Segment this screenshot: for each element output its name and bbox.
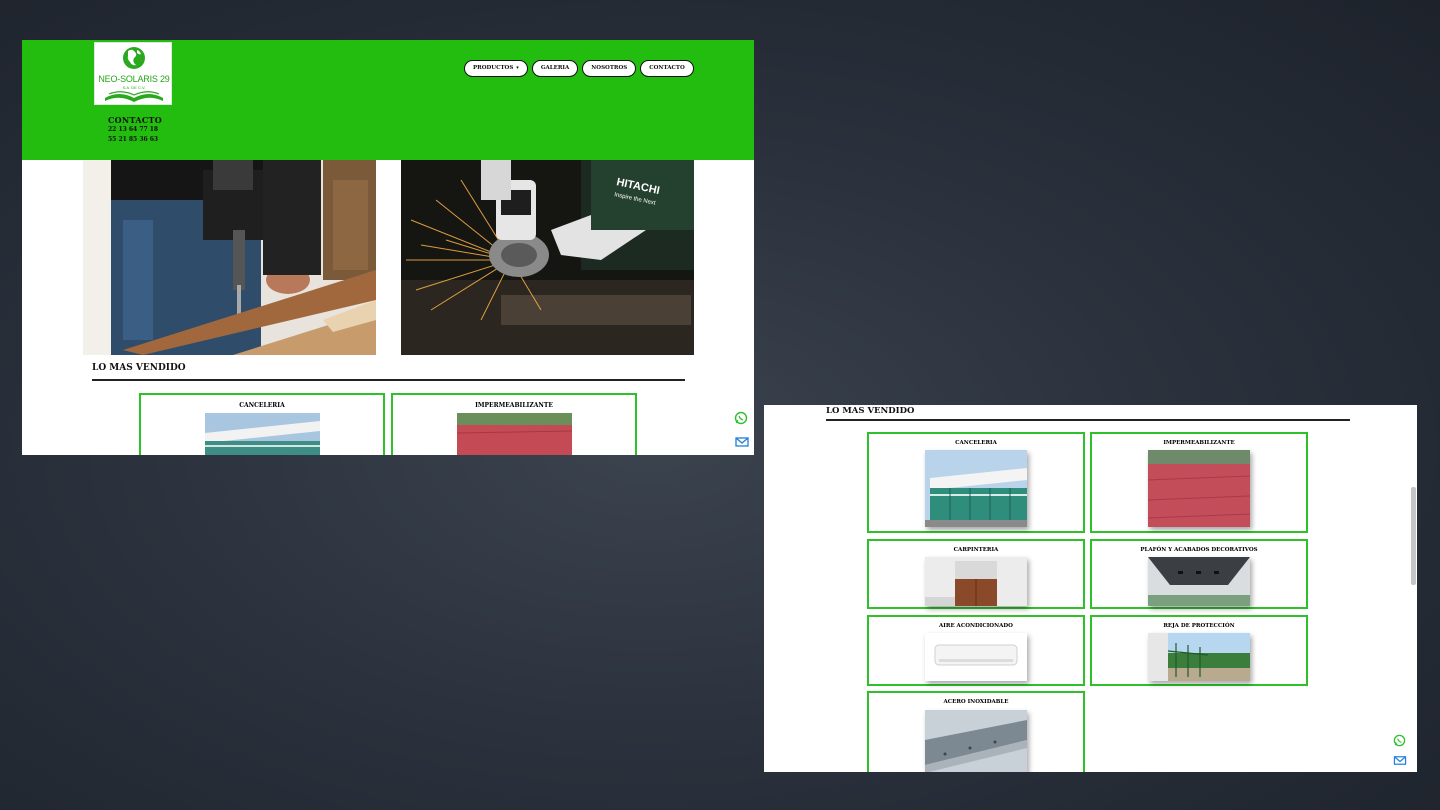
header-contact: CONTACTO 22 13 64 77 18 55 21 85 36 63	[108, 115, 162, 145]
product-card-acero-inoxidable[interactable]: ACERO INOXIDABLE	[867, 691, 1085, 772]
contact-phone[interactable]: 22 13 64 77 18	[108, 125, 162, 135]
product-card-impermeabilizante[interactable]: IMPERMEABILIZANTE	[391, 393, 637, 455]
product-card-carpinteria[interactable]: CARPINTERIA	[867, 539, 1085, 609]
nav-nosotros[interactable]: NOSOTROS	[582, 60, 637, 77]
angle-grinder-sparks-photo: HITACHI Inspire the Next	[401, 160, 694, 355]
product-card-title: PLAFÓN Y ACABADOS DECORATIVOS	[1140, 547, 1258, 553]
product-card-canceleria[interactable]: CANCELERIA	[867, 432, 1085, 533]
product-card-title: IMPERMEABILIZANTE	[1163, 440, 1235, 446]
logo-name: NEO-SOLARIS 29	[98, 74, 170, 84]
divider	[92, 379, 685, 381]
desktop-screenshot-top: NEO-SOLARIS 29 S.A. DE C.V. CONTACTO 22 …	[22, 40, 754, 455]
red-roof-photo	[457, 413, 572, 455]
nav-label: NOSOTROS	[591, 65, 628, 71]
envelope-icon[interactable]	[735, 435, 749, 449]
product-card-title: CANCELERIA	[239, 402, 285, 409]
nav-label: PRODUCTOS	[473, 65, 514, 71]
glass-building-photo	[925, 450, 1027, 527]
product-card-title: ACERO INOXIDABLE	[943, 699, 1009, 705]
logo-subtitle: S.A. DE C.V.	[122, 85, 146, 90]
chevron-down-icon: ▾	[516, 65, 519, 71]
product-card-title: IMPERMEABILIZANTE	[475, 402, 553, 409]
best-sellers-heading: LO MAS VENDIDO	[826, 406, 915, 416]
red-roof-photo	[1148, 450, 1250, 527]
nav-label: GALERIA	[540, 65, 570, 71]
product-card-impermeabilizante[interactable]: IMPERMEABILIZANTE	[1090, 432, 1308, 533]
product-card-aire-acondicionado[interactable]: AIRE ACONDICIONADO	[867, 615, 1085, 686]
product-card-title: AIRE ACONDICIONADO	[939, 623, 1013, 629]
envelope-icon[interactable]	[1393, 754, 1407, 767]
whatsapp-icon[interactable]	[1393, 734, 1406, 747]
nav-productos-dropdown[interactable]: PRODUCTOS ▾	[464, 60, 528, 77]
wood-cabinet-photo	[925, 557, 1027, 606]
product-card-title: REJA DE PROTECCIÓN	[1163, 623, 1235, 629]
nav-contacto[interactable]: CONTACTO	[640, 60, 694, 77]
product-card-title: CANCELERIA	[955, 440, 997, 446]
main-nav: PRODUCTOS ▾ GALERIA NOSOTROS CONTACTO	[464, 60, 694, 77]
whatsapp-icon[interactable]	[734, 411, 748, 425]
green-fence-photo	[1148, 633, 1250, 681]
product-card-plafon[interactable]: PLAFÓN Y ACABADOS DECORATIVOS	[1090, 539, 1308, 609]
product-card-reja[interactable]: REJA DE PROTECCIÓN	[1090, 615, 1308, 686]
site-logo[interactable]: NEO-SOLARIS 29 S.A. DE C.V.	[94, 42, 172, 105]
drilling-wood-photo	[83, 160, 376, 355]
glass-building-photo	[205, 413, 320, 455]
contact-phone[interactable]: 55 21 85 36 63	[108, 135, 162, 145]
contact-heading: CONTACTO	[108, 115, 163, 125]
steel-sheet-photo	[925, 710, 1027, 772]
divider	[826, 419, 1350, 421]
scrollbar[interactable]	[1411, 487, 1416, 585]
desktop-screenshot-bottom: LO MAS VENDIDO CANCELERIA IMPERMEABILIZA…	[764, 405, 1417, 772]
nav-galeria[interactable]: GALERIA	[531, 60, 579, 77]
site-header: NEO-SOLARIS 29 S.A. DE C.V. CONTACTO 22 …	[22, 40, 754, 160]
product-card-title: CARPINTERIA	[953, 547, 999, 553]
air-conditioner-photo	[925, 633, 1027, 681]
ceiling-photo	[1148, 557, 1250, 606]
product-card-canceleria[interactable]: CANCELERIA	[139, 393, 385, 455]
nav-label: CONTACTO	[649, 65, 685, 71]
best-sellers-heading: LO MAS VENDIDO	[92, 363, 186, 373]
